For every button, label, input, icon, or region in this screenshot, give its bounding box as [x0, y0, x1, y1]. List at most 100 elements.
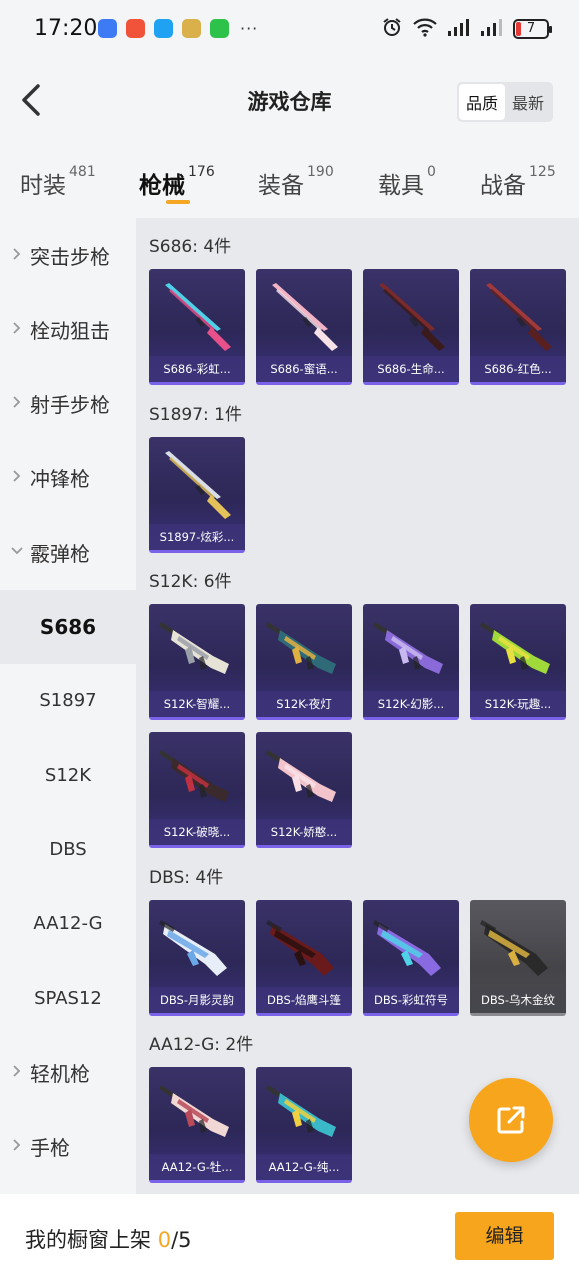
item-card[interactable]: AA12-G-牡...: [149, 1067, 245, 1183]
wechat-icon: [210, 19, 229, 38]
tab-0[interactable]: 时装481: [20, 164, 96, 200]
sidebar-item-11[interactable]: 轻机枪: [0, 1035, 136, 1109]
weapon-skin-image: [373, 622, 443, 674]
chevron-right-icon: [0, 394, 30, 413]
item-card[interactable]: S12K-幻影...: [363, 604, 459, 720]
header: 游戏仓库 品质 最新: [0, 58, 579, 146]
tab-label: 时装: [20, 173, 66, 199]
item-grid: S686: 4件 S686-彩虹... S686-蜜语... S686-生命..…: [136, 218, 579, 1194]
weapon-skin-image: [266, 920, 334, 976]
item-card[interactable]: S12K-娇憨...: [256, 732, 352, 848]
sidebar-item-10[interactable]: SPAS12: [0, 961, 136, 1035]
item-card-label: DBS-月影灵韵: [149, 987, 245, 1013]
tab-label: 枪械: [139, 173, 185, 199]
back-button[interactable]: [14, 80, 54, 120]
tab-label: 载具: [378, 173, 424, 199]
sort-toggle[interactable]: 品质 最新: [456, 82, 553, 122]
tab-2[interactable]: 装备190: [258, 164, 334, 200]
chevron-down-icon: [0, 543, 30, 562]
sidebar-item-1[interactable]: 栓动狙击: [0, 292, 136, 366]
tab-label: 装备: [258, 173, 304, 199]
weapon-skin-image: [272, 283, 338, 351]
sidebar-item-7[interactable]: S12K: [0, 738, 136, 812]
item-card[interactable]: S686-红色...: [470, 269, 566, 385]
tab-4[interactable]: 战备125: [480, 164, 556, 200]
share-button[interactable]: [469, 1078, 553, 1162]
signal-icon-2: [480, 17, 504, 41]
item-card[interactable]: S686-蜜语...: [256, 269, 352, 385]
sidebar-item-label: 霰弹枪: [30, 541, 90, 566]
item-card[interactable]: S12K-智耀...: [149, 604, 245, 720]
shelf-label: 我的橱窗上架: [25, 1228, 151, 1252]
item-card[interactable]: S1897-炫彩...: [149, 437, 245, 553]
sidebar-item-label: 轻机枪: [30, 1061, 90, 1086]
group-title: S1897: 1件: [149, 405, 243, 425]
weapon-skin-image: [266, 750, 336, 802]
tab-label: 战备: [480, 173, 526, 199]
chevron-right-icon: [0, 320, 30, 339]
item-card[interactable]: S12K-玩趣...: [470, 604, 566, 720]
category-tabs: 时装481 枪械176 装备190 载具0 战备125: [0, 146, 579, 218]
item-card[interactable]: S686-彩虹...: [149, 269, 245, 385]
more-notifications-icon: ···: [240, 19, 259, 38]
item-card-label: S12K-智耀...: [149, 691, 245, 717]
sidebar-item-label: AA12-G: [33, 913, 103, 935]
sidebar-item-label: S686: [39, 614, 97, 639]
tab-count: 190: [307, 164, 334, 180]
shelf-current-count: 0: [157, 1228, 172, 1252]
weapon-skin-image: [165, 451, 231, 519]
item-card[interactable]: DBS-乌木金纹: [470, 900, 566, 1016]
item-card[interactable]: DBS-月影灵韵: [149, 900, 245, 1016]
tab-1[interactable]: 枪械176: [139, 164, 215, 200]
sidebar-item-label: 突击步枪: [30, 244, 110, 269]
item-card[interactable]: S686-生命...: [363, 269, 459, 385]
item-card-label: S12K-娇憨...: [256, 819, 352, 845]
weapon-skin-image: [266, 622, 336, 674]
sidebar-item-0[interactable]: 突击步枪: [0, 218, 136, 292]
chevron-right-icon: [0, 246, 30, 265]
sidebar-item-8[interactable]: DBS: [0, 812, 136, 886]
tab-3[interactable]: 载具0: [378, 164, 436, 200]
sidebar-item-5[interactable]: S686: [0, 589, 136, 664]
chevron-left-icon: [22, 84, 40, 116]
sidebar-item-4[interactable]: 霰弹枪: [0, 515, 136, 589]
item-card-label: DBS-焰鹰斗篷: [256, 987, 352, 1013]
weapon-skin-image: [159, 622, 229, 674]
status-app-icons: ···: [98, 19, 258, 38]
item-card-label: S12K-幻影...: [363, 691, 459, 717]
tab-count: 125: [529, 164, 556, 180]
sidebar-item-label: S1897: [39, 690, 97, 712]
sidebar-item-6[interactable]: S1897: [0, 664, 136, 738]
app-icon-yellow: [182, 19, 201, 38]
item-card[interactable]: DBS-彩虹符号: [363, 900, 459, 1016]
weapon-skin-image: [373, 920, 441, 976]
sidebar-item-3[interactable]: 冲锋枪: [0, 441, 136, 515]
status-bar: 17:20 ··· 7: [0, 0, 579, 58]
sidebar-item-label: S12K: [44, 764, 92, 786]
app-icon-red: [126, 19, 145, 38]
item-card-label: S686-生命...: [363, 356, 459, 382]
sidebar-item-label: 栓动狙击: [30, 318, 110, 343]
sidebar-item-9[interactable]: AA12-G: [0, 887, 136, 961]
sidebar-item-12[interactable]: 手枪: [0, 1110, 136, 1184]
group-title: AA12-G: 2件: [149, 1035, 254, 1055]
active-tab-indicator: [166, 200, 190, 204]
item-card-label: S12K-夜灯: [256, 691, 352, 717]
item-card[interactable]: S12K-夜灯: [256, 604, 352, 720]
sidebar-item-label: SPAS12: [34, 987, 102, 1009]
sort-option-0[interactable]: 品质: [458, 84, 505, 120]
battery-icon: 7: [513, 19, 552, 39]
group-title: DBS: 4件: [149, 868, 224, 888]
sidebar-item-2[interactable]: 射手步枪: [0, 367, 136, 441]
sort-option-1[interactable]: 最新: [505, 84, 551, 120]
item-card[interactable]: S12K-破晓...: [149, 732, 245, 848]
item-card-label: AA12-G-纯...: [256, 1154, 352, 1180]
tab-count: 0: [427, 164, 436, 180]
chevron-right-icon: [0, 468, 30, 487]
sidebar-item-label: 手枪: [30, 1136, 70, 1161]
tab-count: 481: [69, 164, 96, 180]
edit-button[interactable]: 编辑: [455, 1212, 554, 1260]
app-icon-blue: [98, 19, 117, 38]
item-card[interactable]: DBS-焰鹰斗篷: [256, 900, 352, 1016]
item-card[interactable]: AA12-G-纯...: [256, 1067, 352, 1183]
